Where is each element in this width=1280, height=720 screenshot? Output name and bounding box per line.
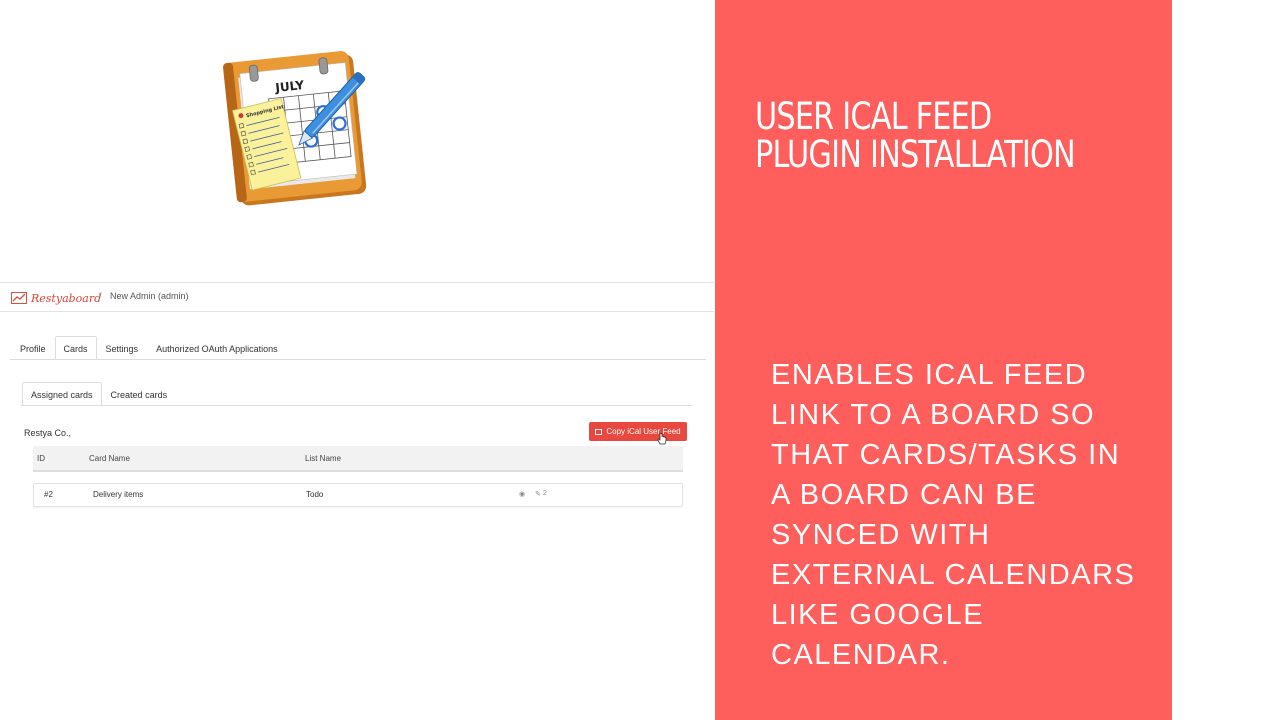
tab-settings[interactable]: Settings [97, 336, 148, 360]
panel-description: ENABLES ICAL FEED LINK TO A BOARD SO THA… [771, 359, 1136, 671]
cell-card-id: #2 [44, 490, 53, 499]
panel-title: USER ICAL FEED PLUGIN INSTALLATION [755, 95, 1076, 176]
calendar-icon [595, 428, 603, 435]
table-header: ID Card Name List Name [33, 446, 683, 472]
tab-authorized-oauth-applications[interactable]: Authorized OAuth Applications [147, 336, 287, 360]
restyaboard-screenshot: Restyaboard / New Admin (admin) Profile … [0, 282, 714, 522]
comment-count: 2 [543, 490, 547, 497]
cell-card-name[interactable]: Delivery items [93, 490, 143, 499]
column-header-list-name: List Name [305, 454, 342, 463]
brand-name: Restyaboard [31, 291, 102, 305]
breadcrumb-separator: / [99, 291, 102, 301]
tab-assigned-cards[interactable]: Assigned cards [22, 382, 102, 406]
cell-list-name: Todo [306, 490, 324, 499]
restyaboard-logo-icon [11, 292, 27, 304]
column-header-id: ID [37, 454, 45, 463]
organization-name: Restya Co., [24, 428, 72, 438]
tab-created-cards[interactable]: Created cards [102, 382, 177, 406]
hand-cursor-icon [657, 433, 667, 445]
info-panel: USER ICAL FEED PLUGIN INSTALLATION ENABL… [715, 0, 1172, 720]
column-header-card-name: Card Name [89, 454, 130, 463]
profile-tabs: Profile Cards Settings Authorized OAuth … [11, 336, 287, 360]
eye-icon: ◉ [519, 491, 526, 498]
calendar-notebook-icon: JULY Shopping List [222, 50, 372, 208]
tab-profile[interactable]: Profile [11, 336, 55, 360]
subtabs-divider [21, 405, 693, 406]
copy-ical-user-feed-button[interactable]: Copy iCal User Feed [589, 422, 687, 441]
brand-logo-link[interactable]: Restyaboard [11, 290, 101, 306]
tab-cards[interactable]: Cards [54, 336, 97, 360]
comment-count-icon: ✎ [535, 491, 541, 498]
breadcrumb-current-user[interactable]: New Admin (admin) [110, 291, 189, 301]
table-row[interactable]: #2 Delivery items Todo ◉ ✎ 2 [33, 483, 683, 507]
cards-table: ID Card Name List Name #2 Delivery items… [33, 446, 683, 507]
copy-button-label: Copy iCal User Feed [606, 427, 681, 436]
tabs-divider [10, 359, 706, 360]
cards-subtabs: Assigned cards Created cards [22, 382, 176, 406]
top-navbar: Restyaboard / New Admin (admin) [0, 282, 714, 312]
